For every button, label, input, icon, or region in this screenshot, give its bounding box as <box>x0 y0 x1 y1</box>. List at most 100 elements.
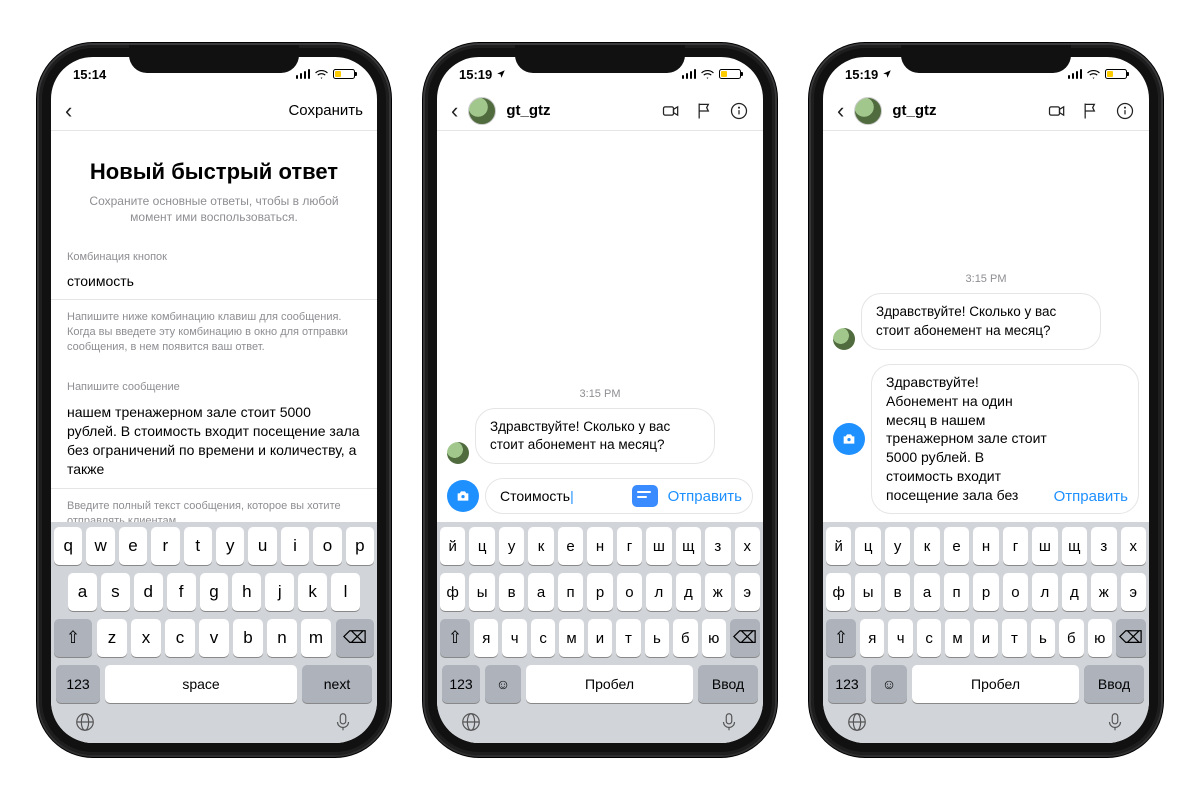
key-и[interactable]: и <box>588 619 612 657</box>
backspace-key[interactable]: ⌫ <box>1116 619 1146 657</box>
key-ш[interactable]: ш <box>1032 527 1057 565</box>
key-н[interactable]: н <box>587 527 612 565</box>
key-к[interactable]: к <box>528 527 553 565</box>
key-v[interactable]: v <box>199 619 229 657</box>
key-ы[interactable]: ы <box>855 573 880 611</box>
key-м[interactable]: м <box>945 619 969 657</box>
key-y[interactable]: y <box>216 527 244 565</box>
info-icon[interactable] <box>1115 101 1135 121</box>
key-ф[interactable]: ф <box>826 573 851 611</box>
camera-button[interactable] <box>447 480 479 512</box>
key-р[interactable]: р <box>587 573 612 611</box>
key-o[interactable]: o <box>313 527 341 565</box>
flag-icon[interactable] <box>1081 101 1101 121</box>
key-г[interactable]: г <box>617 527 642 565</box>
backspace-key[interactable]: ⌫ <box>336 619 374 657</box>
send-button[interactable]: Отправить <box>1050 488 1132 505</box>
key-в[interactable]: в <box>499 573 524 611</box>
keyboard[interactable]: йцукенгшщзх фывапролджэ ⇧ ячсмитьбю ⌫ 12… <box>823 522 1149 743</box>
key-п[interactable]: п <box>558 573 583 611</box>
key-ж[interactable]: ж <box>705 573 730 611</box>
key-е[interactable]: е <box>944 527 969 565</box>
space-key[interactable]: Пробел <box>526 665 693 703</box>
key-д[interactable]: д <box>1062 573 1087 611</box>
mic-icon[interactable] <box>332 711 354 733</box>
key-б[interactable]: б <box>673 619 697 657</box>
key-й[interactable]: й <box>440 527 465 565</box>
key-ж[interactable]: ж <box>1091 573 1116 611</box>
key-ю[interactable]: ю <box>702 619 726 657</box>
key-a[interactable]: a <box>68 573 97 611</box>
mic-icon[interactable] <box>718 711 740 733</box>
numbers-key[interactable]: 123 <box>56 665 100 703</box>
key-н[interactable]: н <box>973 527 998 565</box>
globe-icon[interactable] <box>846 711 868 733</box>
key-z[interactable]: z <box>97 619 127 657</box>
key-ш[interactable]: ш <box>646 527 671 565</box>
key-о[interactable]: о <box>617 573 642 611</box>
key-й[interactable]: й <box>826 527 851 565</box>
key-ь[interactable]: ь <box>645 619 669 657</box>
key-d[interactable]: d <box>134 573 163 611</box>
keyboard[interactable]: qwertyuiop asdfghjkl ⇧ zxcvbnm ⌫ 123 spa… <box>51 522 377 743</box>
key-с[interactable]: с <box>531 619 555 657</box>
key-j[interactable]: j <box>265 573 294 611</box>
shift-key[interactable]: ⇧ <box>826 619 856 657</box>
key-n[interactable]: n <box>267 619 297 657</box>
key-ю[interactable]: ю <box>1088 619 1112 657</box>
key-у[interactable]: у <box>885 527 910 565</box>
key-m[interactable]: m <box>301 619 331 657</box>
key-q[interactable]: q <box>54 527 82 565</box>
key-к[interactable]: к <box>914 527 939 565</box>
space-key[interactable]: space <box>105 665 297 703</box>
send-button[interactable]: Отправить <box>664 488 746 505</box>
video-call-icon[interactable] <box>661 101 681 121</box>
numbers-key[interactable]: 123 <box>442 665 480 703</box>
key-х[interactable]: х <box>735 527 760 565</box>
key-p[interactable]: p <box>346 527 374 565</box>
backspace-key[interactable]: ⌫ <box>730 619 760 657</box>
video-call-icon[interactable] <box>1047 101 1067 121</box>
shift-key[interactable]: ⇧ <box>440 619 470 657</box>
key-э[interactable]: э <box>735 573 760 611</box>
key-т[interactable]: т <box>1002 619 1026 657</box>
save-button[interactable]: Сохранить <box>288 102 363 119</box>
key-р[interactable]: р <box>973 573 998 611</box>
key-ц[interactable]: ц <box>855 527 880 565</box>
key-щ[interactable]: щ <box>676 527 701 565</box>
key-г[interactable]: г <box>1003 527 1028 565</box>
key-e[interactable]: e <box>119 527 147 565</box>
key-g[interactable]: g <box>200 573 229 611</box>
key-ч[interactable]: ч <box>502 619 526 657</box>
key-w[interactable]: w <box>86 527 114 565</box>
key-ы[interactable]: ы <box>469 573 494 611</box>
info-icon[interactable] <box>729 101 749 121</box>
camera-button[interactable] <box>833 423 865 455</box>
emoji-key[interactable]: ☺ <box>485 665 521 703</box>
key-ц[interactable]: ц <box>469 527 494 565</box>
username[interactable]: gt_gtz <box>506 102 550 119</box>
key-r[interactable]: r <box>151 527 179 565</box>
key-с[interactable]: с <box>917 619 941 657</box>
compose-input[interactable]: Стоимость Отправить <box>485 478 753 514</box>
key-а[interactable]: а <box>528 573 553 611</box>
key-t[interactable]: t <box>184 527 212 565</box>
key-л[interactable]: л <box>1032 573 1057 611</box>
key-и[interactable]: и <box>974 619 998 657</box>
message-input[interactable]: нашем тренажерном зале стоит 5000 рублей… <box>51 399 377 490</box>
key-f[interactable]: f <box>167 573 196 611</box>
back-button[interactable]: ‹ <box>837 98 844 124</box>
key-k[interactable]: k <box>298 573 327 611</box>
key-т[interactable]: т <box>616 619 640 657</box>
emoji-key[interactable]: ☺ <box>871 665 907 703</box>
key-c[interactable]: c <box>165 619 195 657</box>
key-ч[interactable]: ч <box>888 619 912 657</box>
key-п[interactable]: п <box>944 573 969 611</box>
keyboard[interactable]: йцукенгшщзх фывапролджэ ⇧ ячсмитьбю ⌫ 12… <box>437 522 763 743</box>
globe-icon[interactable] <box>460 711 482 733</box>
key-x[interactable]: x <box>131 619 161 657</box>
key-ь[interactable]: ь <box>1031 619 1055 657</box>
numbers-key[interactable]: 123 <box>828 665 866 703</box>
key-i[interactable]: i <box>281 527 309 565</box>
key-щ[interactable]: щ <box>1062 527 1087 565</box>
